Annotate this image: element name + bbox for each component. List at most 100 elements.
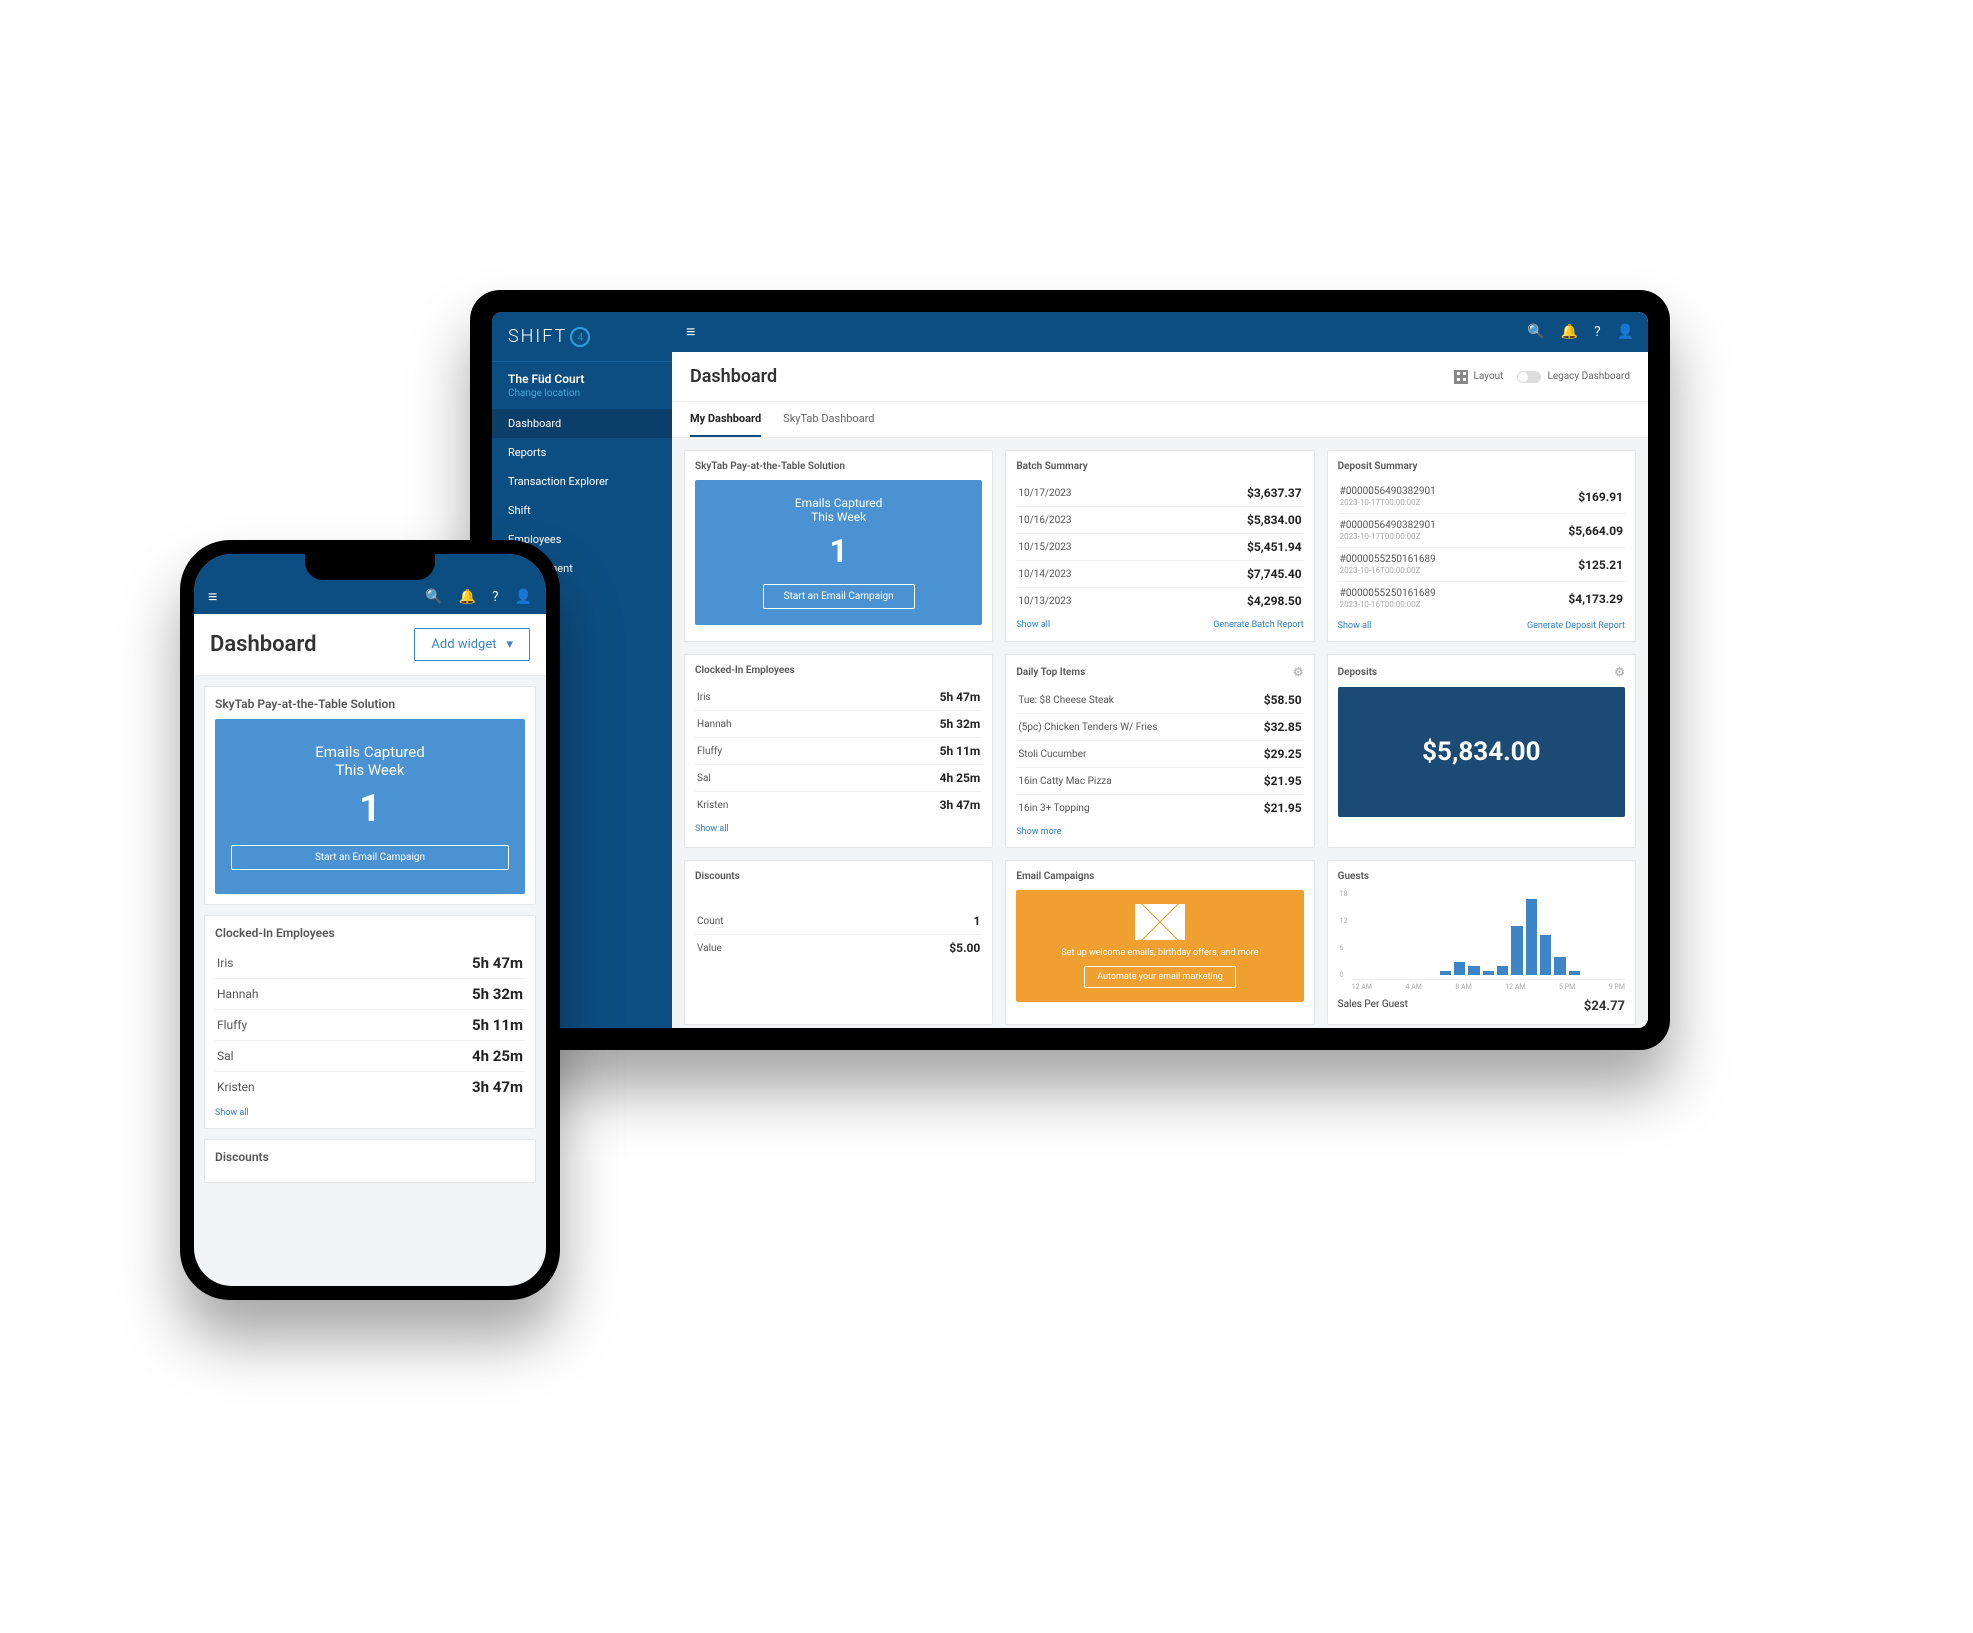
table-row: 10/16/2023$5,834.00 <box>1016 507 1303 534</box>
spg-label: Sales Per Guest <box>1338 999 1408 1014</box>
menu-icon[interactable]: ≡ <box>208 587 217 607</box>
user-icon[interactable]: 👤 <box>1617 324 1634 340</box>
add-widget-button[interactable]: Add widget▾ <box>414 628 530 661</box>
table-row: 10/17/2023$3,637.37 <box>1016 480 1303 507</box>
start-email-campaign-button[interactable]: Start an Email Campaign <box>231 845 509 870</box>
row-label: Kristen <box>217 1080 472 1094</box>
bell-icon[interactable]: 🔔 <box>1561 324 1578 340</box>
layout-button[interactable]: Layout <box>1454 370 1504 384</box>
row-value: $58.50 <box>1264 693 1302 707</box>
row-label: Stoli Cucumber <box>1018 749 1263 760</box>
table-row: Hannah5h 32m <box>695 711 982 738</box>
toggle-icon <box>1517 371 1541 383</box>
show-more-link[interactable]: Show more <box>1016 827 1061 837</box>
table-row: Sal4h 25m <box>695 765 982 792</box>
phone-header: Dashboard Add widget▾ <box>194 614 546 676</box>
sidebar-item-transaction-explorer[interactable]: Transaction Explorer <box>492 467 672 496</box>
gear-icon[interactable]: ⚙ <box>1614 665 1625 679</box>
card-title: Deposit Summary <box>1338 461 1625 472</box>
row-value: $21.95 <box>1264 801 1302 815</box>
generate-batch-report-link[interactable]: Generate Batch Report <box>1213 620 1303 630</box>
row-value: 5h 32m <box>940 717 981 731</box>
row-label: Sal <box>697 773 940 784</box>
automate-marketing-button[interactable]: Automate your email marketing <box>1084 966 1236 988</box>
row-label: 16in Catty Mac Pizza <box>1018 776 1263 787</box>
show-all-link[interactable]: Show all <box>215 1108 249 1118</box>
skytab-promo: Emails CapturedThis Week 1 Start an Emai… <box>695 480 982 625</box>
row-sublabel: 2023-10-17T00:00:00Z <box>1340 532 1569 541</box>
row-value: 4h 25m <box>940 771 981 785</box>
guests-card: Guests 181260 12 AM4 AM8 AM12 AM5 PM9 PM… <box>1327 860 1636 1025</box>
page-header: Dashboard Layout Legacy Dashboard <box>672 352 1648 402</box>
promo-sub: This Week <box>811 510 866 524</box>
row-label: Hannah <box>217 987 472 1001</box>
chart-bar <box>1511 926 1522 976</box>
show-all-link[interactable]: Show all <box>1338 621 1372 631</box>
card-title: Discounts <box>215 1150 525 1164</box>
user-icon[interactable]: 👤 <box>515 589 532 605</box>
row-label: Count <box>697 916 973 927</box>
row-label: #0000055250161689 <box>1340 554 1579 565</box>
chart-bar <box>1468 966 1479 975</box>
gear-icon[interactable]: ⚙ <box>1293 665 1304 679</box>
search-icon[interactable]: 🔍 <box>1527 324 1544 340</box>
show-all-link[interactable]: Show all <box>1016 620 1050 630</box>
promo-count: 1 <box>359 787 381 831</box>
table-row: 10/14/2023$7,745.40 <box>1016 561 1303 588</box>
table-row: 10/15/2023$5,451.94 <box>1016 534 1303 561</box>
email-campaigns-card: Email Campaigns Set up welcome emails, b… <box>1005 860 1314 1025</box>
row-value: $125.21 <box>1578 558 1623 572</box>
row-value: 3h 47m <box>940 798 981 812</box>
sidebar-item-shift[interactable]: Shift <box>492 496 672 525</box>
bell-icon[interactable]: 🔔 <box>459 589 476 605</box>
row-label: #0000056490382901 <box>1340 520 1569 531</box>
row-label: 16in 3+ Topping <box>1018 803 1263 814</box>
promo-count: 1 <box>829 532 847 570</box>
row-label: Kristen <box>697 800 940 811</box>
search-icon[interactable]: 🔍 <box>425 589 442 605</box>
chart-bar <box>1554 957 1565 975</box>
dashboard-tabs: My Dashboard SkyTab Dashboard <box>672 402 1648 438</box>
row-label: 10/17/2023 <box>1018 488 1247 499</box>
location-block: The Füd Court Change location <box>492 362 672 409</box>
row-label: #0000056490382901 <box>1340 486 1579 497</box>
grid-icon <box>1454 370 1468 384</box>
change-location-link[interactable]: Change location <box>508 388 656 399</box>
help-icon[interactable]: ? <box>492 589 499 605</box>
menu-icon[interactable]: ≡ <box>686 322 695 342</box>
row-label: Sal <box>217 1049 472 1063</box>
table-row: Sal4h 25m <box>215 1041 525 1072</box>
row-value: 4h 25m <box>472 1047 523 1065</box>
sidebar-item-dashboard[interactable]: Dashboard <box>492 409 672 438</box>
row-value: 5h 47m <box>940 690 981 704</box>
row-label: Hannah <box>697 719 940 730</box>
legacy-toggle[interactable]: Legacy Dashboard <box>1517 371 1630 383</box>
row-value: 5h 47m <box>472 954 523 972</box>
row-value: $21.95 <box>1264 774 1302 788</box>
sidebar-item-reports[interactable]: Reports <box>492 438 672 467</box>
card-title: Clocked-In Employees <box>695 665 982 676</box>
promo-caption: Emails Captured <box>315 743 424 761</box>
table-row: 10/13/2023$4,298.50 <box>1016 588 1303 614</box>
tab-skytab-dashboard[interactable]: SkyTab Dashboard <box>783 402 874 437</box>
table-row: Fluffy5h 11m <box>695 738 982 765</box>
chart-bar <box>1483 971 1494 975</box>
row-sublabel: 2023-10-17T00:00:00Z <box>1340 498 1579 507</box>
row-value: $32.85 <box>1264 720 1302 734</box>
row-label: #0000055250161689 <box>1340 588 1569 599</box>
help-icon[interactable]: ? <box>1594 324 1601 340</box>
show-all-link[interactable]: Show all <box>695 824 729 834</box>
row-value: $29.25 <box>1264 747 1302 761</box>
table-row: Fluffy5h 11m <box>215 1010 525 1041</box>
table-row: #00000552501616892023-10-16T00:00:00Z$12… <box>1338 548 1625 582</box>
start-email-campaign-button[interactable]: Start an Email Campaign <box>763 584 915 609</box>
row-sublabel: 2023-10-16T00:00:00Z <box>1340 600 1569 609</box>
table-row: 16in Catty Mac Pizza$21.95 <box>1016 768 1303 795</box>
location-name: The Füd Court <box>508 372 656 386</box>
clocked-in-card: Clocked-In Employees Iris5h 47mHannah5h … <box>204 915 536 1129</box>
generate-deposit-report-link[interactable]: Generate Deposit Report <box>1527 621 1625 631</box>
tab-my-dashboard[interactable]: My Dashboard <box>690 402 761 437</box>
page-title: Dashboard <box>690 366 777 387</box>
deposits-value: $5,834.00 <box>1338 687 1625 817</box>
table-row: #00000564903829012023-10-17T00:00:00Z$5,… <box>1338 514 1625 548</box>
